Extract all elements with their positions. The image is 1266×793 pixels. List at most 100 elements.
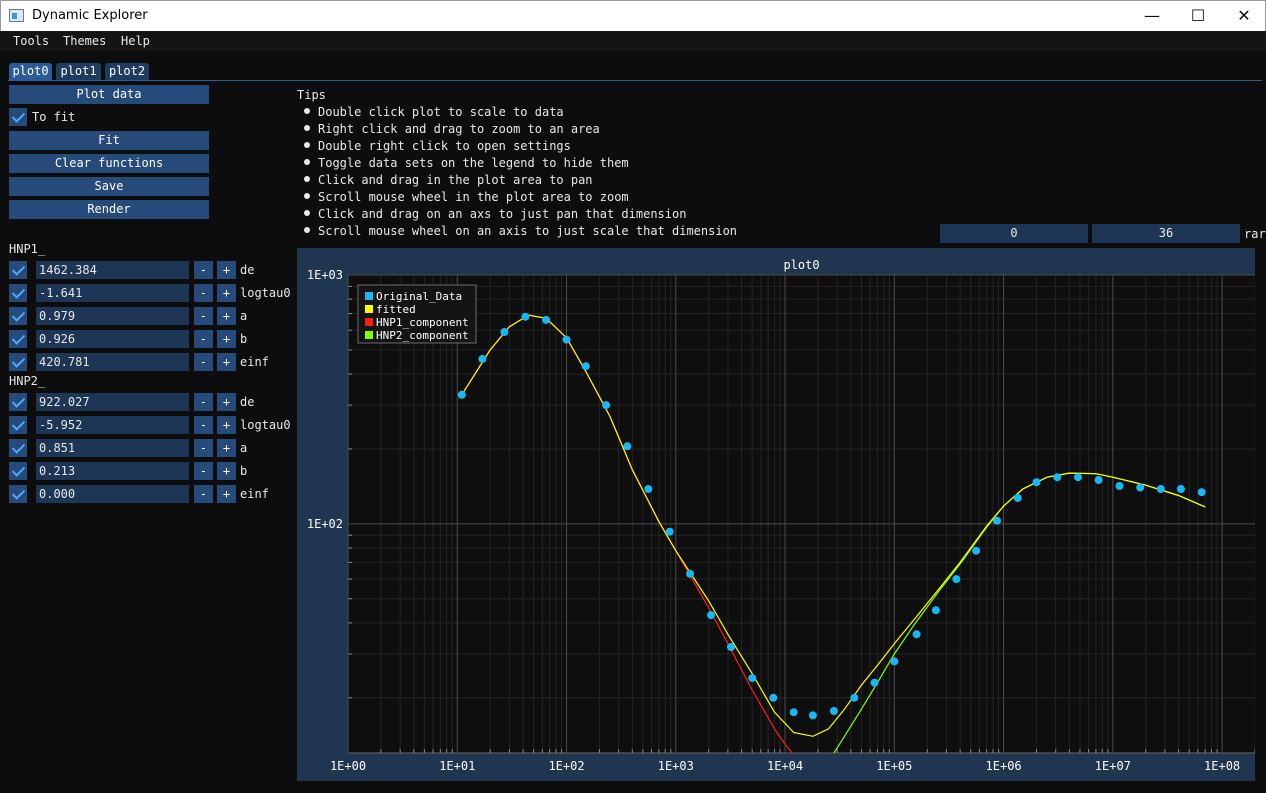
increment-button[interactable]: + xyxy=(217,353,236,371)
menu-bar: Tools Themes Help xyxy=(0,31,1266,51)
tip-text: Click and drag in the plot area to pan xyxy=(318,173,593,187)
plot-area xyxy=(347,274,1255,754)
param-name-label: b xyxy=(240,332,248,346)
range-end-field[interactable]: 36 xyxy=(1092,224,1240,243)
param-value-field[interactable]: 0.851 xyxy=(36,439,189,457)
increment-button[interactable]: + xyxy=(217,485,236,503)
tip-item: Double right click to open settings xyxy=(304,139,571,153)
bullet-icon xyxy=(304,176,310,182)
legend-entry[interactable]: Original_Data xyxy=(376,290,462,303)
data-point xyxy=(1074,473,1082,482)
legend-entry[interactable]: HNP2_component xyxy=(376,329,469,342)
decrement-button[interactable]: - xyxy=(194,462,213,480)
param-value-field[interactable]: 0.979 xyxy=(36,307,189,325)
increment-button[interactable]: + xyxy=(217,439,236,457)
data-point xyxy=(1115,482,1124,490)
decrement-button[interactable]: - xyxy=(194,261,213,279)
to-fit-checkbox[interactable] xyxy=(9,108,27,126)
minimize-button[interactable]: — xyxy=(1129,1,1175,31)
close-button[interactable]: ✕ xyxy=(1221,1,1266,31)
save-button[interactable]: Save xyxy=(9,177,209,196)
param-enable-checkbox[interactable] xyxy=(9,416,27,434)
tab-plot1[interactable]: plot1 xyxy=(56,63,101,80)
increment-button[interactable]: + xyxy=(217,330,236,348)
bullet-icon xyxy=(304,108,310,114)
increment-button[interactable]: + xyxy=(217,416,236,434)
param-enable-checkbox[interactable] xyxy=(9,462,27,480)
decrement-button[interactable]: - xyxy=(194,416,213,434)
range-label: rar xyxy=(1244,227,1266,241)
decrement-button[interactable]: - xyxy=(194,330,213,348)
increment-button[interactable]: + xyxy=(217,261,236,279)
increment-button[interactable]: + xyxy=(217,284,236,302)
menu-help[interactable]: Help xyxy=(121,34,150,48)
increment-button[interactable]: + xyxy=(217,307,236,325)
decrement-button[interactable]: - xyxy=(194,393,213,411)
data-point xyxy=(478,354,487,363)
x-tick-label: 1E+03 xyxy=(658,759,694,773)
legend-entry[interactable]: fitted xyxy=(376,303,416,316)
data-point xyxy=(1176,485,1185,493)
decrement-button[interactable]: - xyxy=(194,485,213,503)
param-enable-checkbox[interactable] xyxy=(9,261,27,279)
plot-frame[interactable]: 1E+00 1E+01 1E+02 1E+03 1E+04 1E+05 1E+06 1E+07… xyxy=(297,248,1255,781)
data-point xyxy=(602,401,611,410)
param-value-field[interactable]: -1.641 xyxy=(36,284,189,302)
bullet-icon xyxy=(304,210,310,216)
menu-tools[interactable]: Tools xyxy=(13,34,49,48)
tips-title: Tips xyxy=(297,88,326,102)
param-name-label: einf xyxy=(240,487,269,501)
bullet-icon xyxy=(304,125,310,131)
plot-data-button[interactable]: Plot data xyxy=(9,85,209,104)
decrement-button[interactable]: - xyxy=(194,307,213,325)
menu-themes[interactable]: Themes xyxy=(63,34,106,48)
plot0-chart[interactable]: 1E+00 1E+01 1E+02 1E+03 1E+04 1E+05 1E+06 1E+07… xyxy=(297,248,1255,781)
param-value-field[interactable]: 922.027 xyxy=(36,393,189,411)
tab-plot2[interactable]: plot2 xyxy=(105,63,149,80)
x-tick-label: 1E+08 xyxy=(1204,759,1240,773)
data-point xyxy=(952,575,961,584)
decrement-button[interactable]: - xyxy=(194,439,213,457)
param-enable-checkbox[interactable] xyxy=(9,393,27,411)
param-value-field[interactable]: 0.926 xyxy=(36,330,189,348)
chart-title: plot0 xyxy=(783,258,819,272)
data-point xyxy=(1032,478,1041,487)
param-value-field[interactable]: 0.213 xyxy=(36,462,189,480)
data-point xyxy=(542,315,551,324)
tip-item: Click and drag in the plot area to pan xyxy=(304,173,593,187)
param-name-label: a xyxy=(240,441,248,455)
param-value-field[interactable]: 0.000 xyxy=(36,485,189,503)
data-point xyxy=(931,606,940,615)
window-title: Dynamic Explorer xyxy=(32,8,148,23)
param-enable-checkbox[interactable] xyxy=(9,353,27,371)
legend-entry[interactable]: HNP1_component xyxy=(376,316,469,329)
param-value-field[interactable]: 1462.384 xyxy=(36,261,189,279)
tip-item: Scroll mouse wheel on an axis to just sc… xyxy=(304,224,737,238)
tip-item: Right click and drag to zoom to an area xyxy=(304,122,600,136)
bullet-icon xyxy=(304,159,310,165)
decrement-button[interactable]: - xyxy=(194,284,213,302)
decrement-button[interactable]: - xyxy=(194,353,213,371)
param-enable-checkbox[interactable] xyxy=(9,439,27,457)
increment-button[interactable]: + xyxy=(217,393,236,411)
param-enable-checkbox[interactable] xyxy=(9,307,27,325)
range-start-field[interactable]: 0 xyxy=(940,224,1088,243)
param-name-label: b xyxy=(240,464,248,478)
param-name-label: logtau0 xyxy=(240,418,291,432)
legend-swatch xyxy=(365,305,373,313)
fit-button[interactable]: Fit xyxy=(9,131,209,150)
param-enable-checkbox[interactable] xyxy=(9,485,27,503)
tip-item: Click and drag on an axs to just pan tha… xyxy=(304,207,686,221)
param-enable-checkbox[interactable] xyxy=(9,284,27,302)
maximize-button[interactable]: ☐ xyxy=(1175,1,1221,31)
tab-plot0[interactable]: plot0 xyxy=(9,63,52,80)
param-value-field[interactable]: -5.952 xyxy=(36,416,189,434)
param-enable-checkbox[interactable] xyxy=(9,330,27,348)
clear-functions-button[interactable]: Clear functions xyxy=(9,154,209,173)
data-point xyxy=(1156,485,1165,493)
render-button[interactable]: Render xyxy=(9,200,209,219)
increment-button[interactable]: + xyxy=(217,462,236,480)
data-point xyxy=(789,708,798,717)
param-value-field[interactable]: 420.781 xyxy=(36,353,189,371)
y-tick-label: 1E+03 xyxy=(307,268,343,282)
